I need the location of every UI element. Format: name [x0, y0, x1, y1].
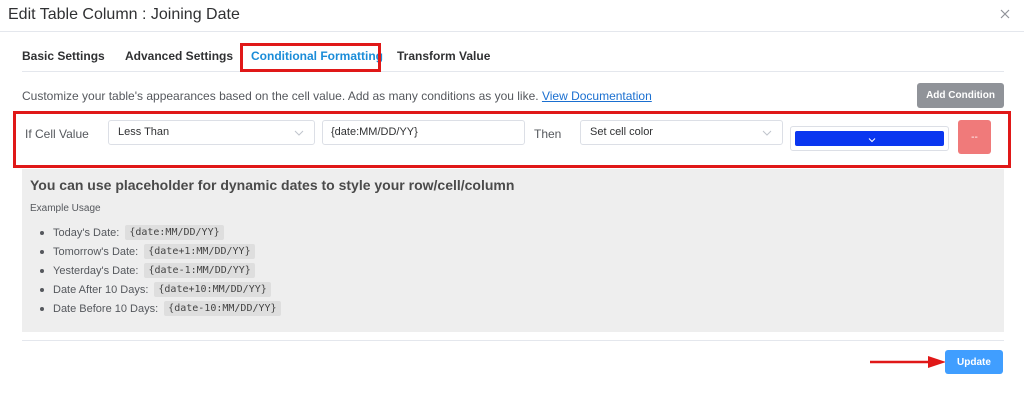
color-swatch	[795, 131, 944, 146]
active-tab-highlight	[240, 43, 381, 72]
arrow-right-icon	[870, 356, 946, 368]
close-icon[interactable]	[997, 6, 1013, 22]
tab-advanced-settings[interactable]: Advanced Settings	[125, 49, 233, 63]
footer-divider	[22, 340, 1004, 341]
condition-value-input[interactable]: {date:MM/DD/YY}	[322, 120, 525, 145]
description: Customize your table's appearances based…	[22, 89, 652, 103]
condition-value: {date:MM/DD/YY}	[331, 126, 418, 138]
chevron-down-icon	[868, 138, 876, 143]
view-documentation-link[interactable]: View Documentation	[542, 89, 652, 103]
example-usage-label: Example Usage	[30, 203, 101, 214]
list-item: Date After 10 Days: {date+10:MM/DD/YY}	[40, 280, 281, 299]
list-item: Yesterday's Date: {date-1:MM/DD/YY}	[40, 261, 281, 280]
dialog-header: Edit Table Column : Joining Date	[0, 0, 1024, 32]
update-button[interactable]: Update	[945, 350, 1003, 374]
operator-value: Less Than	[118, 126, 170, 138]
then-label: Then	[534, 127, 562, 141]
code-sample: {date+1:MM/DD/YY}	[144, 244, 255, 259]
placeholder-info-panel: You can use placeholder for dynamic date…	[22, 169, 1004, 332]
chevron-down-icon	[294, 130, 304, 136]
code-sample: {date+10:MM/DD/YY}	[154, 282, 271, 297]
remove-condition-button[interactable]: --	[958, 120, 991, 154]
code-sample: {date:MM/DD/YY}	[125, 225, 224, 240]
if-cell-value-label: If Cell Value	[25, 127, 89, 141]
add-condition-button[interactable]: Add Condition	[917, 83, 1004, 108]
tab-transform-value[interactable]: Transform Value	[397, 49, 490, 63]
code-sample: {date-10:MM/DD/YY}	[164, 301, 281, 316]
info-title: You can use placeholder for dynamic date…	[30, 177, 515, 193]
list-item: Today's Date: {date:MM/DD/YY}	[40, 223, 281, 242]
list-item: Date Before 10 Days: {date-10:MM/DD/YY}	[40, 299, 281, 318]
color-picker[interactable]	[790, 126, 949, 151]
action-value: Set cell color	[590, 126, 653, 138]
dialog-title: Edit Table Column : Joining Date	[8, 6, 240, 23]
description-text: Customize your table's appearances based…	[22, 89, 539, 103]
tab-basic-settings[interactable]: Basic Settings	[22, 49, 105, 63]
chevron-down-icon	[762, 130, 772, 136]
action-select[interactable]: Set cell color	[580, 120, 783, 145]
list-item: Tomorrow's Date: {date+1:MM/DD/YY}	[40, 242, 281, 261]
operator-select[interactable]: Less Than	[108, 120, 315, 145]
tab-bar: Basic Settings Advanced Settings Conditi…	[22, 36, 1004, 72]
code-sample: {date-1:MM/DD/YY}	[144, 263, 255, 278]
usage-list: Today's Date: {date:MM/DD/YY} Tomorrow's …	[40, 223, 281, 318]
